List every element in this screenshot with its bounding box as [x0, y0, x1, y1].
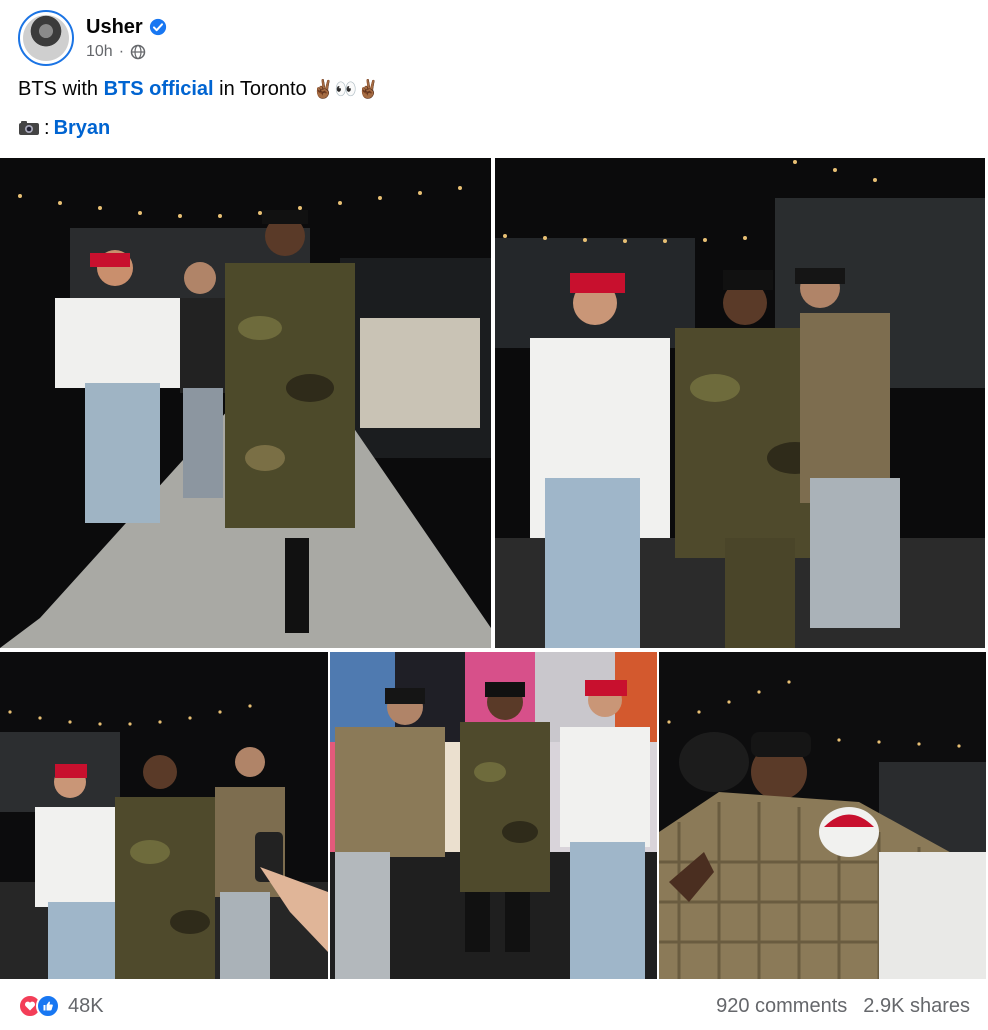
photo-5-image	[659, 652, 986, 979]
caption-suffix: in Toronto	[219, 78, 307, 100]
photo-5[interactable]	[659, 652, 986, 979]
photo-2-image	[495, 158, 985, 648]
author-avatar[interactable]	[18, 10, 74, 66]
caption-mention-link[interactable]: BTS official	[104, 78, 214, 100]
subline-separator: ·	[118, 42, 125, 60]
caption-prefix: BTS with	[18, 78, 99, 100]
reaction-icons	[18, 994, 60, 1018]
post-timestamp[interactable]: 10h	[86, 43, 113, 61]
post-subline: 10h ·	[86, 43, 167, 61]
author-meta: Usher 10h ·	[86, 16, 167, 61]
post-header: Usher 10h ·	[18, 10, 167, 66]
credit-colon: :	[44, 117, 50, 139]
reaction-count: 48K	[68, 994, 104, 1017]
comments-count-link[interactable]: 920 comments	[716, 995, 847, 1018]
avatar-image	[23, 15, 69, 61]
photo-1[interactable]	[0, 158, 491, 648]
caption-emoji: ✌🏾👀✌🏾	[312, 79, 380, 100]
author-name[interactable]: Usher	[86, 16, 143, 39]
post-caption: BTS with BTS official in Toronto ✌🏾👀✌🏾	[18, 75, 379, 104]
engagement-stats: 920 comments 2.9K shares	[716, 995, 970, 1018]
photo-4[interactable]	[330, 652, 657, 979]
like-reaction-icon	[36, 994, 60, 1018]
photo-credit: : Bryan	[18, 114, 110, 142]
photo-3[interactable]	[0, 652, 328, 979]
photo-3-image	[0, 652, 328, 979]
photo-4-image	[330, 652, 657, 979]
photo-2[interactable]	[495, 158, 985, 648]
photo-1-image	[0, 158, 491, 648]
camera-icon	[19, 121, 39, 135]
reactions-summary[interactable]: 48K	[18, 994, 104, 1018]
author-name-row: Usher	[86, 16, 167, 39]
shares-count-link[interactable]: 2.9K shares	[863, 995, 970, 1018]
globe-icon[interactable]	[130, 44, 146, 60]
post-footer: 48K 920 comments 2.9K shares	[0, 982, 988, 1030]
verified-badge-icon	[149, 18, 166, 36]
credit-link[interactable]: Bryan	[54, 114, 111, 142]
